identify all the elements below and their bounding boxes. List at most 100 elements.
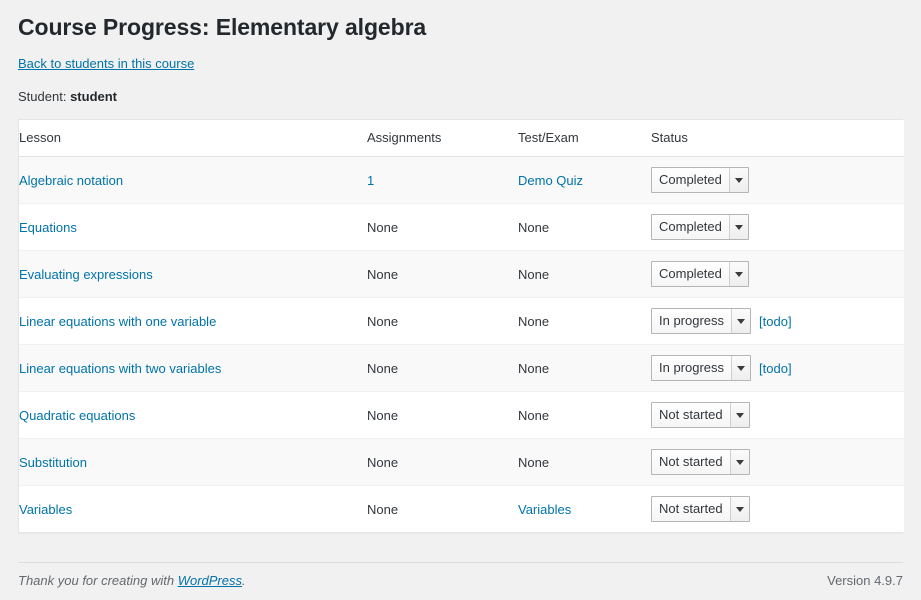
- assignments-cell: None: [367, 250, 518, 298]
- status-controls: Completed: [651, 214, 904, 240]
- back-to-students-link[interactable]: Back to students in this course: [18, 56, 194, 72]
- lesson-cell: Substitution: [19, 438, 367, 486]
- table-header: Lesson Assignments Test/Exam Status: [19, 120, 904, 157]
- assignments-value: None: [367, 360, 399, 376]
- assignments-cell: None: [367, 203, 518, 251]
- quiz-link[interactable]: Variables: [518, 502, 571, 517]
- page-title: Course Progress: Elementary algebra: [18, 14, 427, 40]
- chevron-down-icon[interactable]: [731, 309, 751, 333]
- assignments-cell: None: [367, 485, 518, 532]
- status-controls: Not started: [651, 402, 904, 428]
- todo-link[interactable]: [todo]: [759, 314, 792, 329]
- status-select[interactable]: Not started: [651, 449, 750, 475]
- footer-thanks-suffix: .: [242, 573, 246, 588]
- chevron-down-glyph: [735, 412, 744, 418]
- test-exam-cell: Variables: [518, 485, 651, 532]
- status-cell: In progress [todo]: [651, 344, 904, 392]
- chevron-down-glyph: [737, 365, 746, 371]
- status-cell: Completed: [651, 203, 904, 251]
- assignments-value: None: [367, 501, 399, 517]
- assignments-cell: 1: [367, 156, 518, 204]
- wordpress-version: Version 4.9.7: [827, 573, 903, 588]
- chevron-down-glyph: [735, 459, 744, 465]
- chevron-down-icon[interactable]: [729, 450, 749, 474]
- column-header-lesson: Lesson: [19, 120, 367, 157]
- lesson-cell: Variables: [19, 485, 367, 532]
- admin-footer: Thank you for creating with WordPress. V…: [18, 562, 903, 592]
- column-header-status: Status: [651, 120, 904, 157]
- test-exam-cell: Demo Quiz: [518, 156, 651, 204]
- status-cell: Completed: [651, 156, 904, 204]
- chevron-down-glyph: [735, 506, 744, 512]
- table-row: Linear equations with two variables None N…: [19, 344, 904, 392]
- wordpress-link[interactable]: WordPress: [178, 573, 242, 588]
- status-select[interactable]: In progress: [651, 308, 752, 334]
- status-select[interactable]: Not started: [651, 496, 750, 522]
- footer-thanks-prefix: Thank you for creating with: [18, 573, 178, 588]
- lesson-cell: Quadratic equations: [19, 391, 367, 439]
- lesson-cell: Evaluating expressions: [19, 250, 367, 298]
- quiz-link[interactable]: Demo Quiz: [518, 173, 583, 188]
- table-row: Evaluating expressions None None Completed: [19, 250, 904, 298]
- chevron-down-icon[interactable]: [729, 262, 748, 286]
- status-select[interactable]: Completed: [651, 214, 749, 240]
- chevron-down-icon[interactable]: [731, 356, 751, 380]
- chevron-down-glyph: [735, 271, 743, 277]
- chevron-down-glyph: [735, 224, 743, 230]
- status-controls: Completed: [651, 261, 904, 287]
- assignment-link[interactable]: 1: [367, 173, 374, 188]
- student-label: Student:: [18, 89, 67, 104]
- lesson-link[interactable]: Algebraic notation: [19, 173, 123, 188]
- lesson-link[interactable]: Linear equations with two variables: [19, 361, 221, 376]
- todo-link[interactable]: [todo]: [759, 361, 792, 376]
- assignments-value: None: [367, 219, 399, 235]
- assignments-value: None: [367, 313, 399, 329]
- lesson-link[interactable]: Evaluating expressions: [19, 267, 153, 282]
- status-cell: Not started: [651, 485, 904, 532]
- lesson-link[interactable]: Equations: [19, 220, 77, 235]
- table-row: Quadratic equations None None Not started: [19, 391, 904, 439]
- status-controls: Not started: [651, 449, 904, 475]
- status-cell: Completed: [651, 250, 904, 298]
- chevron-down-glyph: [737, 318, 746, 324]
- chevron-down-icon[interactable]: [729, 168, 748, 192]
- table-header-row: Lesson Assignments Test/Exam Status: [19, 120, 904, 157]
- lesson-link[interactable]: Substitution: [19, 455, 87, 470]
- table-row: Equations None None Completed: [19, 203, 904, 251]
- test-exam-cell: None: [518, 391, 651, 439]
- status-select[interactable]: In progress: [651, 355, 752, 381]
- test-exam-cell: None: [518, 344, 651, 392]
- lesson-link[interactable]: Linear equations with one variable: [19, 314, 216, 329]
- assignments-value: None: [367, 266, 399, 282]
- course-progress-page: Course Progress: Elementary algebra Back…: [0, 0, 921, 600]
- status-cell: Not started: [651, 391, 904, 439]
- chevron-down-icon[interactable]: [729, 403, 749, 427]
- test-exam-value: None: [518, 266, 550, 282]
- status-controls: Completed: [651, 167, 904, 193]
- assignments-cell: None: [367, 344, 518, 392]
- assignments-cell: None: [367, 391, 518, 439]
- chevron-down-glyph: [735, 177, 743, 183]
- status-controls: Not started: [651, 496, 904, 522]
- test-exam-value: None: [518, 407, 550, 423]
- table-body: Algebraic notation 1 Demo Quiz Completed Equ…: [19, 156, 904, 532]
- test-exam-cell: None: [518, 203, 651, 251]
- lesson-link[interactable]: Quadratic equations: [19, 408, 135, 423]
- status-select[interactable]: Completed: [651, 261, 749, 287]
- column-header-assignments: Assignments: [367, 120, 518, 157]
- course-progress-table: Lesson Assignments Test/Exam Status Alge…: [19, 120, 904, 532]
- assignments-cell: None: [367, 438, 518, 486]
- status-controls: In progress [todo]: [651, 355, 904, 381]
- chevron-down-icon[interactable]: [729, 215, 748, 239]
- student-info: Student: student: [18, 88, 117, 105]
- test-exam-cell: None: [518, 250, 651, 298]
- status-cell: Not started: [651, 438, 904, 486]
- lesson-link[interactable]: Variables: [19, 502, 72, 517]
- lesson-cell: Equations: [19, 203, 367, 251]
- status-select[interactable]: Completed: [651, 167, 749, 193]
- test-exam-cell: None: [518, 438, 651, 486]
- status-select[interactable]: Not started: [651, 402, 750, 428]
- chevron-down-icon[interactable]: [729, 497, 749, 521]
- lesson-cell: Linear equations with one variable: [19, 297, 367, 345]
- column-header-test-exam: Test/Exam: [518, 120, 651, 157]
